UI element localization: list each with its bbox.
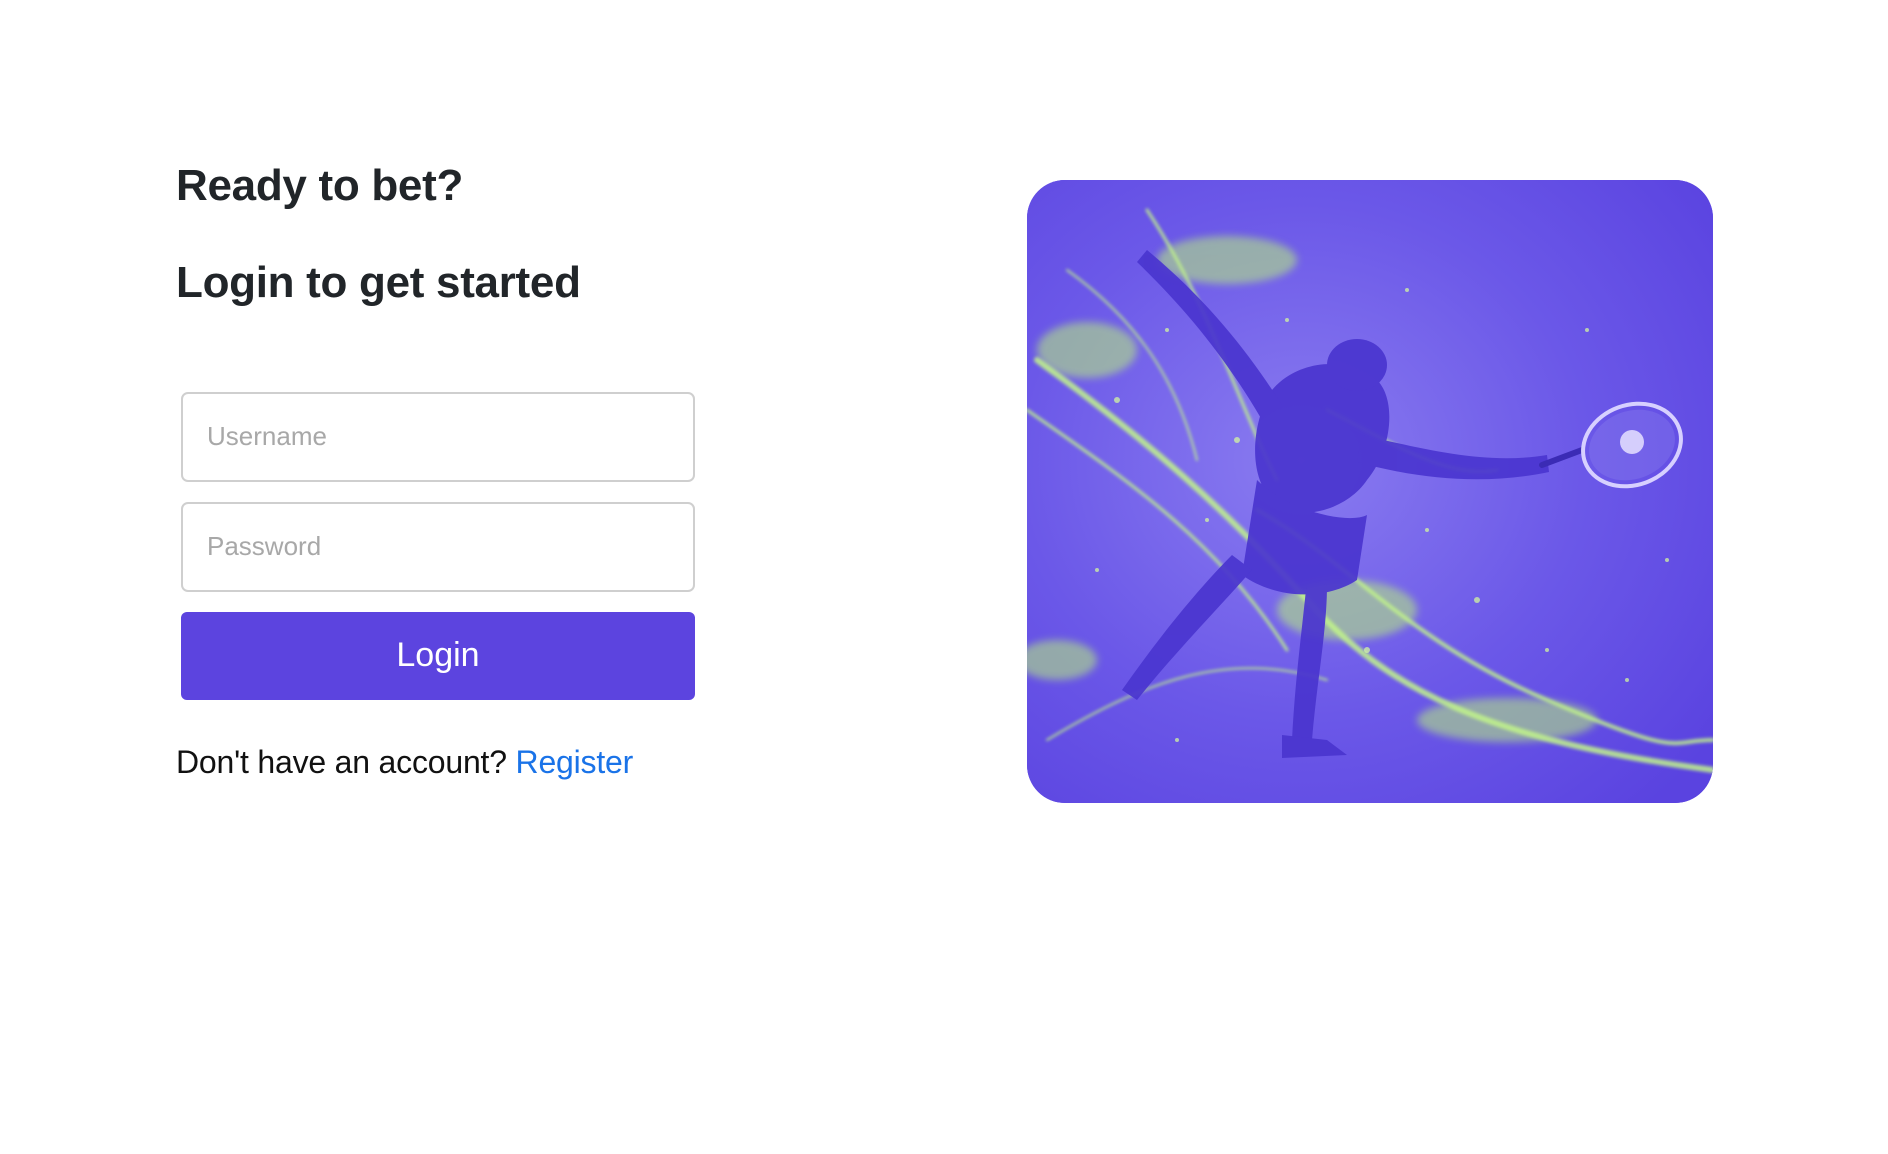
register-prompt-line: Don't have an account? Register (176, 744, 716, 781)
password-input[interactable] (181, 501, 695, 592)
login-button[interactable]: Login (181, 611, 695, 700)
register-prompt-text: Don't have an account? (176, 743, 507, 780)
page-subtitle: Login to get started (176, 257, 581, 307)
login-page: Ready to bet? Login to get started Login… (0, 0, 1888, 1154)
tennis-player-illustration (1027, 180, 1713, 803)
login-form: Login (181, 391, 695, 700)
hero-image (1027, 180, 1713, 803)
login-panel: Ready to bet? Login to get started Login… (176, 150, 716, 781)
page-title: Ready to bet? (176, 161, 464, 210)
username-input[interactable] (181, 391, 695, 482)
register-link[interactable]: Register (516, 744, 634, 780)
